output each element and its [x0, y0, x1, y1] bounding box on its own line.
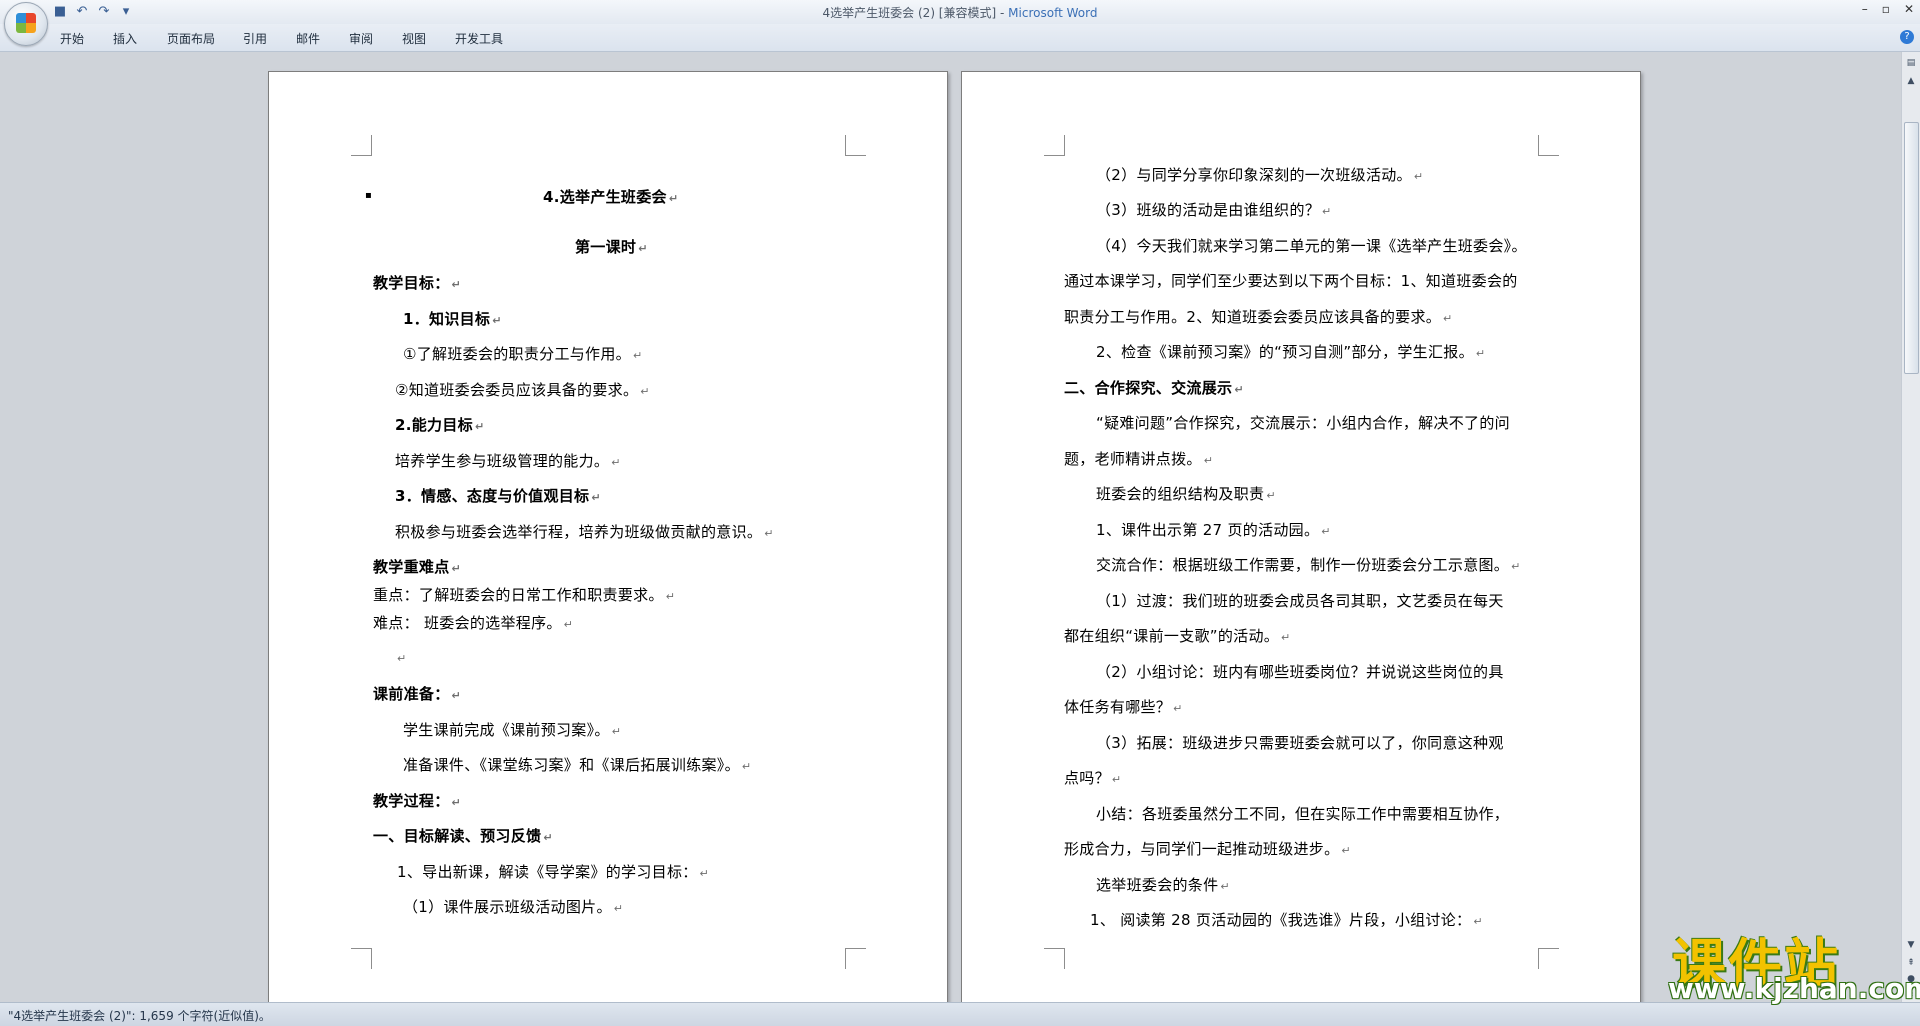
body-paragraph: （2）小组讨论：班内有哪些班委岗位？并说说这些岗位的具: [1096, 663, 1504, 681]
app-name: Microsoft Word: [1008, 6, 1098, 20]
body-paragraph: “疑难问题”合作探究，交流展示：小组内合作，解决不了的问: [1096, 414, 1510, 432]
scroll-up-icon[interactable]: ▲: [1904, 74, 1918, 88]
tab-home[interactable]: 开始: [60, 30, 84, 47]
close-icon[interactable]: ✕: [1904, 2, 1914, 16]
body-paragraph: ①了解班委会的职责分工与作用。 ↵: [403, 345, 643, 363]
body-paragraph: 学生课前完成《课前预习案》。 ↵: [403, 721, 622, 739]
subsection-heading: 3．情感、态度与价值观目标 ↵: [395, 487, 601, 505]
body-paragraph: 2、检查《课前预习案》的“预习自测”部分，学生汇报。 ↵: [1096, 343, 1486, 361]
body-paragraph: 都在组织“课前一支歌”的活动。 ↵: [1064, 627, 1291, 645]
crop-mark: [845, 948, 866, 969]
body-paragraph: 体任务有哪些？ ↵: [1064, 698, 1183, 716]
office-button[interactable]: [4, 2, 48, 46]
previous-page-icon[interactable]: ⇞: [1904, 956, 1918, 970]
body-paragraph: 形成合力，与同学们一起推动班级进步。 ↵: [1064, 840, 1351, 858]
crop-mark: [351, 948, 372, 969]
body-paragraph: 1、课件出示第 27 页的活动园。 ↵: [1096, 521, 1331, 539]
lesson-heading: 第一课时 ↵: [575, 238, 648, 256]
section-heading: 教学目标： ↵: [373, 274, 462, 292]
section-heading: 教学过程： ↵: [373, 792, 462, 810]
document-title: 4选举产生班委会 (2) [兼容模式]: [822, 6, 997, 20]
body-paragraph: （3）班级的活动是由谁组织的？ ↵: [1096, 201, 1332, 219]
body-paragraph: 1、导出新课，解读《导学案》的学习目标： ↵: [397, 863, 710, 881]
word-count-status[interactable]: "4选举产生班委会 (2)": 1,659 个字符(近似值)。: [8, 1007, 271, 1024]
crop-mark: [1538, 948, 1559, 969]
body-paragraph: 选举班委会的条件 ↵: [1096, 876, 1230, 894]
body-paragraph: 交流合作：根据班级工作需要，制作一份班委会分工示意图。 ↵: [1096, 556, 1521, 574]
section-heading: 二、合作探究、交流展示 ↵: [1064, 379, 1244, 397]
crop-mark: [1044, 135, 1065, 156]
window-title: 4选举产生班委会 (2) [兼容模式] - Microsoft Word: [822, 6, 1098, 20]
section-heading: 教学重难点 ↵: [373, 558, 462, 576]
crop-mark: [1044, 948, 1065, 969]
body-paragraph: 培养学生参与班级管理的能力。 ↵: [395, 452, 621, 470]
section-heading: 课前准备： ↵: [373, 685, 462, 703]
restore-icon[interactable]: ▫: [1882, 2, 1890, 16]
body-paragraph: 重点：了解班委会的日常工作和职责要求。 ↵: [373, 586, 676, 604]
body-paragraph: 题，老师精讲点拨。 ↵: [1064, 450, 1214, 468]
body-paragraph: （2）与同学分享你印象深刻的一次班级活动。 ↵: [1096, 166, 1424, 184]
scroll-thumb[interactable]: [1904, 122, 1919, 374]
body-paragraph: （1）过渡：我们班的班委会成员各司其职，文艺委员在每天: [1096, 592, 1504, 610]
crop-mark: [351, 135, 372, 156]
watermark-url: www.kjzhan.com: [1668, 972, 1920, 1005]
subsection-heading: 2.能力目标 ↵: [395, 416, 485, 434]
office-logo-icon: [16, 13, 36, 33]
minimize-icon[interactable]: –: [1862, 2, 1868, 16]
ruler-toggle-icon[interactable]: ▤: [1904, 56, 1918, 70]
tab-page-layout[interactable]: 页面布局: [167, 30, 215, 47]
body-paragraph: （3）拓展：班级进步只需要班委会就可以了，你同意这种观: [1096, 734, 1504, 752]
body-paragraph: 积极参与班委会选举行程，培养为班级做贡献的意识。 ↵: [395, 523, 774, 541]
tab-references[interactable]: 引用: [243, 30, 267, 47]
section-heading: 一、目标解读、预习反馈 ↵: [373, 827, 553, 845]
crop-mark: [1538, 135, 1559, 156]
body-paragraph: 职责分工与作用。2、知道班委会委员应该具备的要求。 ↵: [1064, 308, 1453, 326]
window-controls: – ▫ ✕: [1862, 2, 1914, 16]
tab-review[interactable]: 审阅: [349, 30, 373, 47]
title-bar: ■ ↶ ↷ ▾ 4选举产生班委会 (2) [兼容模式] - Microsoft …: [0, 0, 1920, 25]
crop-mark: [845, 135, 866, 156]
status-bar: "4选举产生班委会 (2)": 1,659 个字符(近似值)。: [0, 1002, 1920, 1026]
vertical-scrollbar[interactable]: ▤ ▲ ▼ ⇞ ● ⇟: [1901, 52, 1920, 1002]
body-paragraph: 点吗？ ↵: [1064, 769, 1122, 787]
body-paragraph: （4）今天我们就来学习第二单元的第一课《选举产生班委会》。: [1096, 237, 1527, 255]
bullet-dot: ▪: [365, 190, 373, 201]
body-paragraph: ②知道班委会委员应该具备的要求。 ↵: [395, 381, 650, 399]
help-icon[interactable]: ?: [1900, 30, 1914, 44]
body-paragraph: （1）课件展示班级活动图片。 ↵: [403, 898, 624, 916]
body-paragraph: 准备课件、《课堂练习案》和《课后拓展训练案》。 ↵: [403, 756, 752, 774]
tab-insert[interactable]: 插入: [113, 30, 137, 47]
document-page-1[interactable]: ▪ 4.选举产生班委会 ↵ 第一课时 ↵ 教学目标： ↵ 1．知识目标 ↵ ①了解班委会…: [268, 71, 948, 1002]
body-paragraph: 通过本课学习，同学们至少要达到以下两个目标：1、知道班委会的: [1064, 272, 1518, 290]
document-page-2[interactable]: （2）与同学分享你印象深刻的一次班级活动。 ↵ （3）班级的活动是由谁组织的？ ↵ …: [961, 71, 1641, 1002]
document-area[interactable]: ▪ 4.选举产生班委会 ↵ 第一课时 ↵ 教学目标： ↵ 1．知识目标 ↵ ①了解班委会…: [0, 52, 1902, 1002]
empty-paragraph: ↵: [397, 652, 407, 665]
tab-mailings[interactable]: 邮件: [296, 30, 320, 47]
ribbon-tabs: 开始 插入 页面布局 引用 邮件 审阅 视图 开发工具 ?: [0, 24, 1920, 52]
body-paragraph: 1、 阅读第 28 页活动园的《我选谁》片段，小组讨论： ↵: [1090, 911, 1483, 929]
subsection-heading: 1．知识目标 ↵: [403, 310, 502, 328]
scroll-down-icon[interactable]: ▼: [1904, 938, 1918, 952]
body-paragraph: 难点： 班委会的选举程序。 ↵: [373, 614, 574, 632]
doc-title: 4.选举产生班委会 ↵: [543, 188, 679, 206]
body-paragraph: 班委会的组织结构及职责 ↵: [1096, 485, 1276, 503]
tab-developer[interactable]: 开发工具: [455, 30, 503, 47]
body-paragraph: 小结：各班委虽然分工不同，但在实际工作中需要相互协作，: [1096, 805, 1510, 823]
tab-view[interactable]: 视图: [402, 30, 426, 47]
